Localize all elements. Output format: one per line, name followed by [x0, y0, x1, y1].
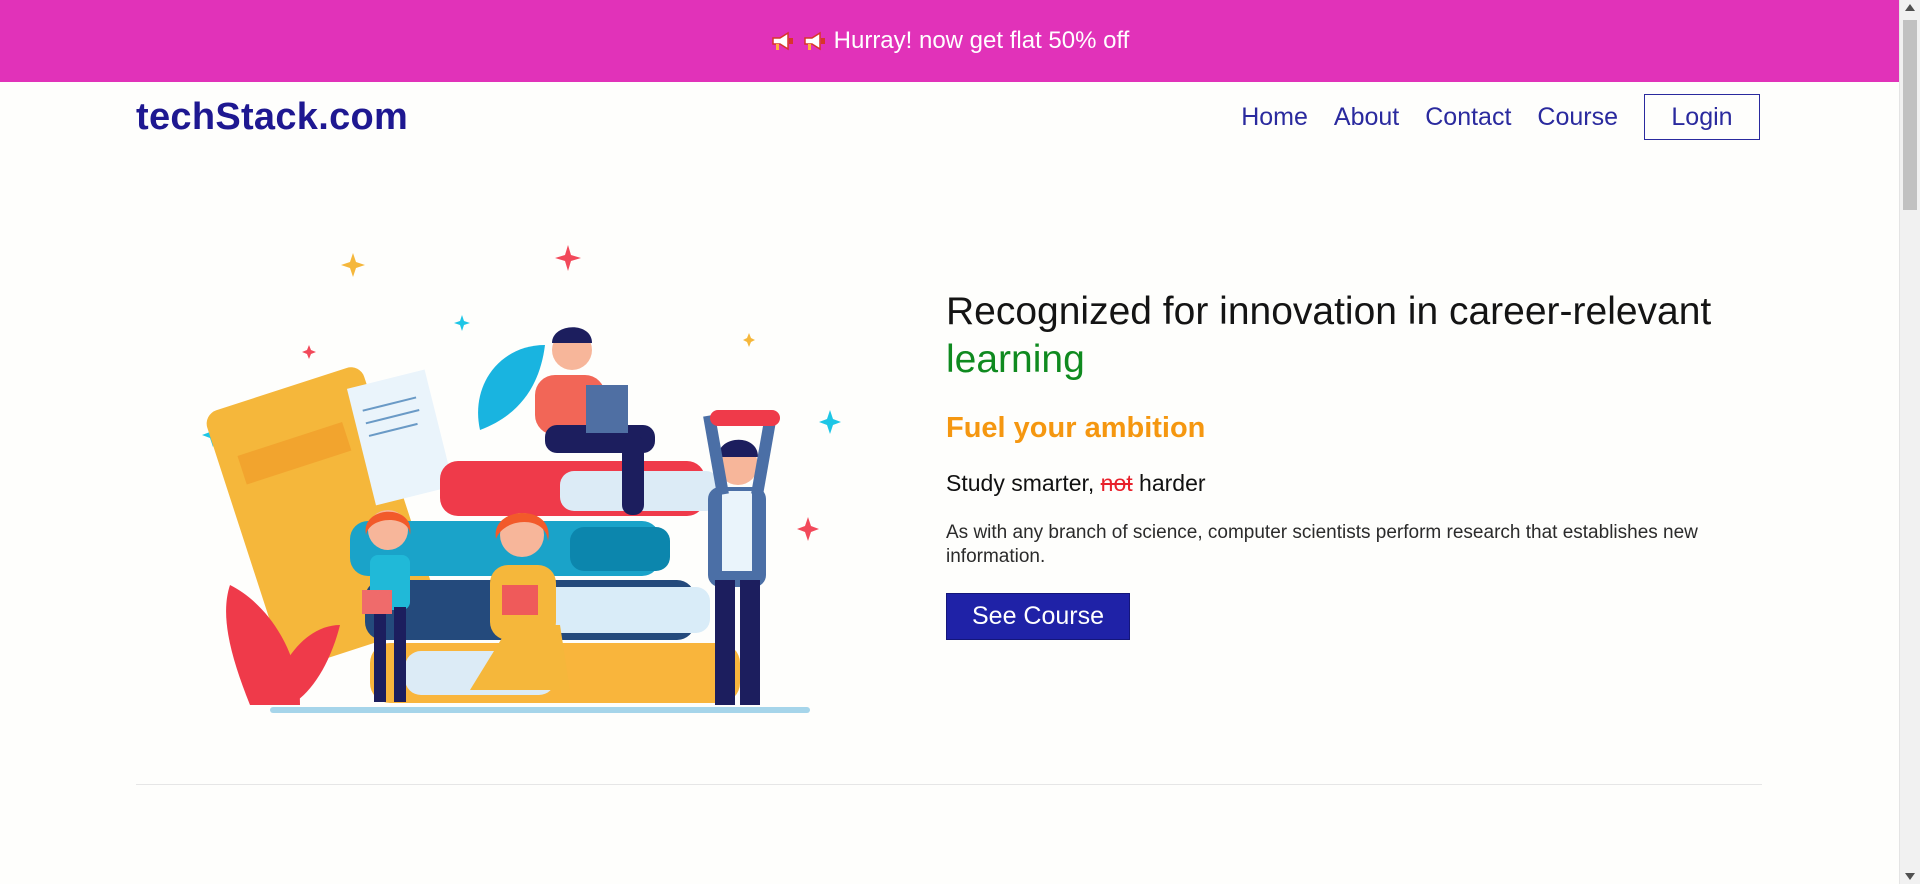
nav-contact[interactable]: Contact	[1425, 103, 1511, 132]
hero-headline: Recognized for innovation in career-rele…	[946, 288, 1776, 384]
promo-text: Hurray! now get flat 50% off	[833, 27, 1130, 54]
login-button[interactable]: Login	[1644, 94, 1760, 140]
nav-course[interactable]: Course	[1537, 103, 1618, 132]
scroll-down-arrow-icon[interactable]	[1905, 873, 1915, 880]
nav-home[interactable]: Home	[1241, 103, 1308, 132]
promo-banner: Hurray! now get flat 50% off	[0, 0, 1899, 82]
page-scrollbar[interactable]	[1899, 0, 1920, 884]
hero-text: Recognized for innovation in career-rele…	[946, 288, 1776, 640]
megaphone-icon	[771, 31, 793, 51]
tagline-strike: not	[1100, 470, 1133, 496]
headline-main: Recognized for innovation in career-rele…	[946, 290, 1712, 333]
hero-description: As with any branch of science, computer …	[946, 522, 1698, 567]
see-course-button[interactable]: See Course	[946, 593, 1130, 640]
headline-highlight: learning	[946, 338, 1085, 381]
tagline-prefix: Study smarter,	[946, 470, 1095, 496]
megaphone-icon	[803, 31, 825, 51]
navbar: techStack.com Home About Contact Course …	[0, 82, 1899, 154]
nav-links: Home About Contact Course Login	[1215, 94, 1760, 140]
hero-illustration	[202, 245, 841, 713]
hero-subhead: Fuel your ambition	[946, 412, 1206, 444]
section-divider	[136, 784, 1762, 785]
nav-about[interactable]: About	[1334, 103, 1399, 132]
scroll-up-arrow-icon[interactable]	[1905, 4, 1915, 11]
tagline-suffix: harder	[1139, 470, 1206, 496]
scrollbar-thumb[interactable]	[1903, 20, 1917, 210]
hero-tagline: Study smarter, not harder	[946, 470, 1776, 497]
brand-logo[interactable]: techStack.com	[136, 96, 408, 139]
